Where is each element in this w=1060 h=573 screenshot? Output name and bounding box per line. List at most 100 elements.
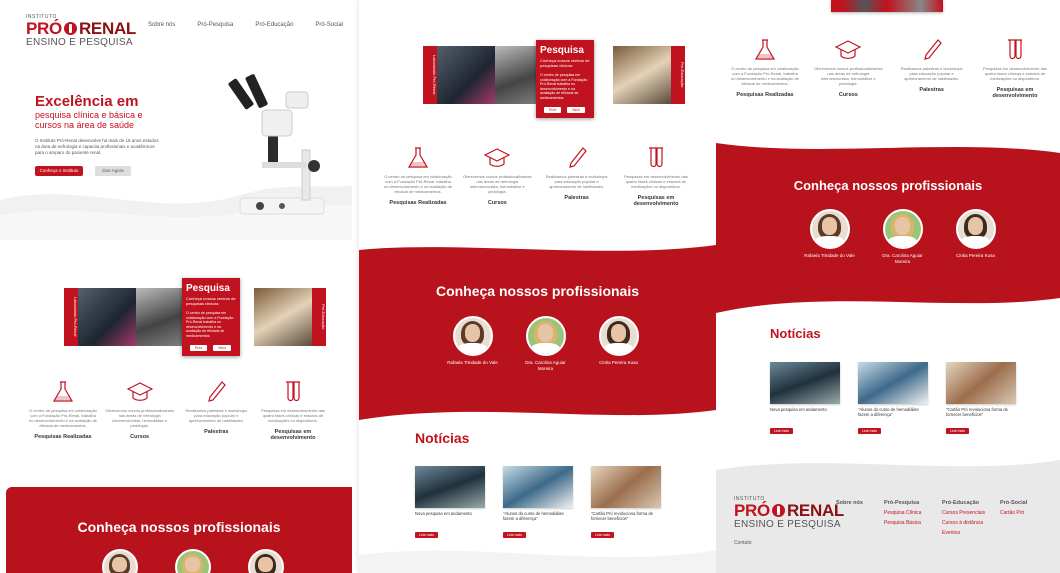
logo-main-text: PRÓ RENAL [734, 502, 844, 519]
professional-name: Rafaela Trindade do Vale [447, 360, 498, 365]
professionals-band: Conheça nossos profissionais [6, 487, 352, 573]
feature-desc: Oferecemos cursos profissionalizantes na… [105, 408, 174, 428]
news-caption: "Cartão Pró revoluciona forma de fornece… [946, 407, 1009, 417]
news-caption: "Alunos do curso de hemodiálise fazem a … [858, 407, 919, 417]
carousel-photo [78, 288, 136, 346]
footer-link[interactable]: Pesquisa Básica [884, 518, 921, 528]
graduation-cap-icon [835, 40, 862, 59]
news-item: Nova pesquisa em andamento Leia mais [415, 466, 485, 541]
page-column-3: O centro de pesquisa em colaboração com … [716, 0, 1060, 573]
professional-item[interactable]: Cintia Pereira Kusa [591, 316, 646, 371]
donate-button[interactable]: Doe Agora [95, 166, 131, 176]
logo-sub-text: ENSINO E PESQUISA [734, 519, 841, 530]
professional-item[interactable]: Rafaela Trindade do Vale [802, 209, 857, 264]
footer-link[interactable]: Pesquisa Clínica [884, 508, 921, 518]
news-caption: "Cartão Pró revoluciona forma de fornece… [591, 511, 654, 521]
professional-name: Dra. Carolina Aguiar Moreira [525, 360, 566, 371]
news-caption: "Alunos do curso de hemodiálise fazem a … [503, 511, 564, 521]
carousel-next-button[interactable]: Next [567, 107, 585, 113]
carousel-prev-button[interactable]: Prev [190, 345, 208, 351]
carousel-card: Pesquisa Conheça nossos centros de pesqu… [536, 40, 594, 118]
feature-desc: Oferecemos cursos profissionalizantes na… [462, 174, 532, 194]
footer-link[interactable]: Cartão Pró [1000, 508, 1027, 518]
avatar [809, 209, 850, 249]
read-more-button[interactable]: Leia mais [591, 532, 614, 538]
footer-contact[interactable]: Contato [734, 538, 752, 548]
professionals-row: Rafaela Trindade do Vale Dra. Carolina A… [802, 209, 1003, 264]
carousel-right-label: Pró-Educação [312, 288, 326, 346]
logo-main-right: RENAL [78, 19, 137, 38]
carousel-photo [613, 46, 671, 104]
news-image[interactable] [591, 466, 661, 508]
footer-col-heading[interactable]: Pró-Educação [942, 498, 985, 508]
feature-item: Oferecemos cursos profissionalizantes na… [105, 380, 175, 441]
carousel-prev-button[interactable]: Prev [544, 107, 562, 113]
footer-col-pesquisa: Pró-Pesquisa Pesquisa Clínica Pesquisa B… [884, 498, 921, 528]
read-more-button[interactable]: Leia mais [503, 532, 526, 538]
feature-item: Pesquisas em desenvolvimento das quatro … [980, 38, 1050, 99]
flask-icon [52, 381, 74, 402]
feature-item: Oferecemos cursos profissionalizantes na… [813, 38, 883, 99]
feature-title: Pesquisas Realizadas [389, 200, 447, 206]
footer-link[interactable]: Cursos à distância [942, 518, 985, 528]
footer-col-heading[interactable]: Pró-Pesquisa [884, 498, 921, 508]
pen-icon [923, 39, 942, 60]
feature-title: Palestras [919, 87, 944, 93]
footer-col-sobre: Sobre nós [836, 498, 863, 508]
site-logo[interactable]: INSTITUTO PRÓ RENAL ENSINO E PESQUISA [26, 14, 136, 48]
read-more-button[interactable]: Leia mais [415, 532, 438, 538]
news-image[interactable] [770, 362, 840, 404]
avatar [598, 316, 639, 356]
news-image[interactable] [415, 466, 485, 508]
feature-item: Realizamos palestras e workshops para ed… [181, 380, 251, 441]
read-more-button[interactable]: Leia mais [858, 428, 881, 434]
feature-title: Pesquisas em desenvolvimento [992, 87, 1038, 99]
carousel-photo [437, 46, 495, 104]
test-tubes-icon [285, 381, 300, 402]
footer-col-heading[interactable]: Sobre nós [836, 498, 863, 508]
avatar[interactable] [174, 549, 211, 573]
nav-item-sobre[interactable]: Sobre nós [148, 22, 175, 28]
footer-logo[interactable]: INSTITUTO PRÓ RENAL ENSINO E PESQUISA [734, 496, 844, 530]
carousel-card-text: O centro de pesquisa em colaboração com … [540, 73, 588, 100]
nav-item-educacao[interactable]: Pró-Educação [255, 22, 293, 28]
feature-title: Pesquisas em desenvolvimento [633, 195, 679, 207]
carousel-card-text: O centro de pesquisa em colaboração com … [186, 311, 234, 338]
news-image[interactable] [858, 362, 928, 404]
nav-item-social[interactable]: Pró-Social [315, 22, 343, 28]
news-image[interactable] [946, 362, 1016, 404]
professionals-title: Conheça nossos profissionais [435, 283, 640, 299]
news-image[interactable] [503, 466, 573, 508]
know-institute-button[interactable]: Conheça o Instituto [35, 166, 83, 176]
professional-item[interactable]: Dra. Carolina Aguiar Moreira [875, 209, 930, 264]
feature-item: O centro de pesquisa em colaboração com … [28, 380, 98, 441]
feature-item: Oferecemos cursos profissionalizantes na… [462, 146, 532, 207]
professional-item[interactable]: Dra. Carolina Aguiar Moreira [518, 316, 573, 371]
nav-item-pesquisa[interactable]: Pró-Pesquisa [197, 22, 233, 28]
feature-desc: Pesquisas em desenvolvimento das quatro … [261, 408, 325, 423]
news-caption: Nova pesquisa em andamento [770, 407, 827, 412]
avatar[interactable] [101, 549, 138, 573]
news-title: Notícias [770, 326, 821, 341]
feature-title: Cursos [838, 92, 858, 98]
test-tubes-icon [1007, 39, 1022, 60]
carousel-left-label: Laboratório Pró-Renal [423, 46, 437, 104]
avatar [452, 316, 493, 356]
footer-link[interactable]: Eventos [942, 528, 985, 538]
professional-item[interactable]: Rafaela Trindade do Vale [445, 316, 500, 371]
carousel-card-subtitle: Conheça nossos centros de pesquisas clín… [540, 58, 590, 68]
news-item: "Alunos do curso de hemodiálise fazem a … [503, 466, 573, 541]
carousel-next-button[interactable]: Next [213, 345, 231, 351]
feature-desc: Pesquisas em desenvolvimento das quatro … [624, 174, 688, 189]
read-more-button[interactable]: Leia mais [770, 428, 793, 434]
feature-desc: Realizamos palestras e workshops para ed… [545, 174, 608, 189]
footer-link[interactable]: Cursos Presenciais [942, 508, 985, 518]
feature-title: Palestras [204, 429, 229, 435]
footer-col-heading[interactable]: Pró-Social [1000, 498, 1027, 508]
read-more-button[interactable]: Leia mais [946, 428, 969, 434]
feature-title: Pesquisas em desenvolvimento [270, 429, 316, 441]
avatar[interactable] [247, 549, 284, 573]
professional-item[interactable]: Cintia Pereira Kusa [948, 209, 1003, 264]
feature-desc: O centro de pesquisa em colaboração com … [730, 66, 800, 86]
footer-contact-label: Contato [734, 540, 752, 546]
